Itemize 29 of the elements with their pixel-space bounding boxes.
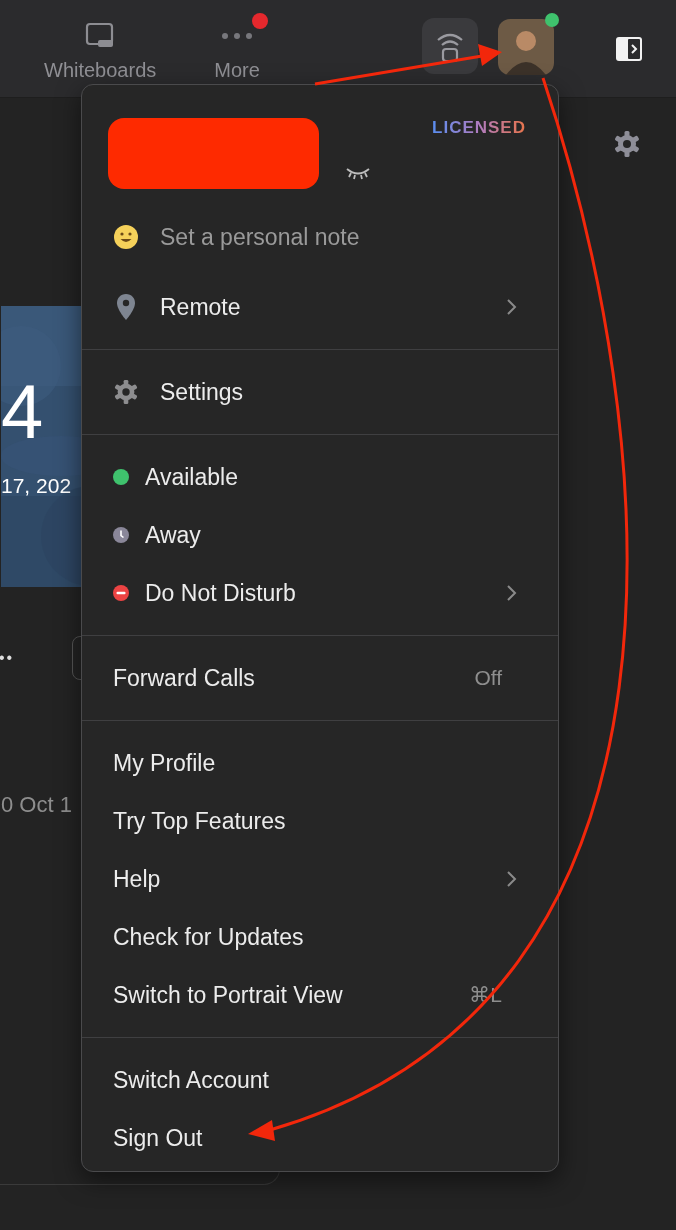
smiley-icon (113, 224, 139, 250)
toolbar-button[interactable]: More (214, 21, 260, 82)
menu-item[interactable]: Set a personal note (82, 208, 558, 266)
menu-item[interactable]: My Profile (82, 734, 558, 792)
item-value: Off (474, 666, 502, 690)
settings-icon[interactable] (613, 130, 641, 158)
menu-item[interactable]: Sign Out (82, 1109, 558, 1167)
meeting-time: 0 Oct 1 (0, 792, 72, 818)
menu-item[interactable]: Do Not Disturb (82, 564, 558, 622)
more-options[interactable]: •• (0, 649, 15, 667)
menu-item[interactable]: Settings (82, 363, 558, 421)
calendar-day: 4 (1, 374, 44, 450)
menu-item[interactable]: Remote (82, 278, 558, 336)
menu-item[interactable]: Switch Account (82, 1051, 558, 1109)
share-screen-button[interactable] (422, 17, 478, 74)
menu-item[interactable]: Away (82, 506, 558, 564)
menu-item[interactable]: Help (82, 850, 558, 908)
menu-item[interactable]: Try Top Features (82, 792, 558, 850)
settings-icon (113, 379, 139, 405)
toolbar-button[interactable]: Whiteboards (44, 21, 157, 82)
avatar[interactable] (498, 18, 554, 75)
more-icon (220, 31, 255, 41)
sidebar-toggle-icon[interactable] (615, 34, 643, 63)
whiteboard-icon (85, 22, 116, 50)
menu-item[interactable]: Available (82, 448, 558, 506)
calendar-date: 17, 202 (1, 474, 72, 498)
menu-item[interactable]: Forward Calls Off (82, 649, 558, 707)
menu-item[interactable]: Check for Updates (82, 908, 558, 966)
closed-eye-icon[interactable] (345, 166, 371, 180)
